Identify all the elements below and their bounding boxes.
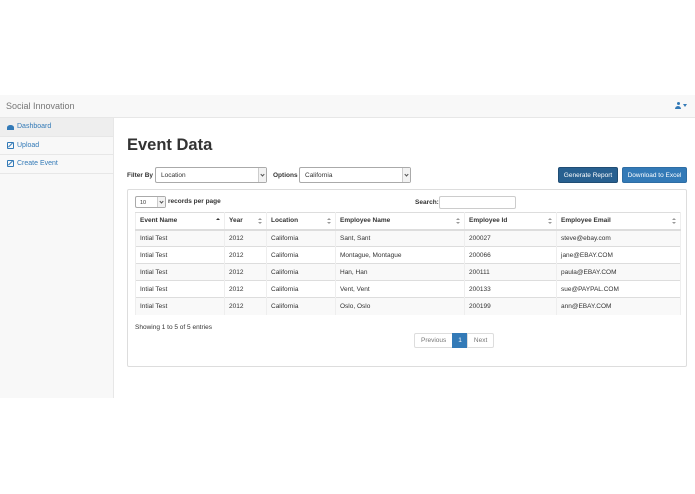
brand-title[interactable]: Social Innovation	[6, 101, 75, 111]
cell-employee-name: Oslo, Oslo	[335, 297, 465, 315]
table-header-row: Event Name Year Location Employee Name E…	[135, 212, 681, 231]
pagination: Previous 1 Next	[414, 333, 495, 348]
dashboard-icon	[7, 124, 14, 130]
sort-icon	[327, 218, 331, 225]
cell-year: 2012	[224, 297, 267, 315]
cell-event-name: Intial Test	[135, 246, 225, 264]
edit-icon	[7, 141, 14, 149]
cell-year: 2012	[224, 263, 267, 281]
column-header-employee-name[interactable]: Employee Name	[335, 212, 465, 231]
sort-asc-icon	[216, 218, 220, 225]
sort-icon	[258, 218, 262, 225]
chevron-down-icon	[258, 168, 266, 182]
cell-employee-id: 200133	[464, 280, 557, 298]
cell-location: California	[266, 297, 336, 315]
sort-icon	[548, 218, 552, 225]
next-page-button[interactable]: Next	[466, 333, 495, 348]
table-info: Showing 1 to 5 of 5 entries	[135, 324, 212, 331]
cell-employee-email: ann@EBAY.COM	[556, 297, 681, 315]
filter-by-select[interactable]: Location	[155, 167, 267, 183]
cell-employee-email: jane@EBAY.COM	[556, 246, 681, 264]
user-icon[interactable]	[675, 102, 681, 109]
sort-icon	[672, 218, 676, 225]
cell-employee-name: Sant, Sant	[335, 229, 465, 247]
filter-by-value: Location	[161, 172, 186, 179]
cell-employee-email: sue@PAYPAL.COM	[556, 280, 681, 298]
sidebar-item-create-event[interactable]: Create Event	[0, 155, 113, 174]
edit-icon	[7, 160, 14, 168]
sidebar-item-dashboard[interactable]: Dashboard	[0, 118, 113, 137]
options-select[interactable]: California	[299, 167, 411, 183]
cell-location: California	[266, 246, 336, 264]
generate-report-button[interactable]: Generate Report	[558, 167, 618, 183]
previous-page-button[interactable]: Previous	[414, 333, 454, 348]
chevron-down-icon	[157, 197, 165, 207]
options-label: Options	[273, 172, 298, 179]
cell-year: 2012	[224, 229, 267, 247]
table-row: Intial Test 2012 California Han, Han 200…	[135, 263, 681, 281]
cell-employee-id: 200199	[464, 297, 557, 315]
column-header-event-name[interactable]: Event Name	[135, 212, 225, 231]
cell-event-name: Intial Test	[135, 229, 225, 247]
page-length-label: records per page	[168, 198, 221, 205]
page-length-select[interactable]: 10	[135, 196, 166, 208]
download-excel-button[interactable]: Download to Excel	[622, 167, 687, 183]
chevron-down-icon	[402, 168, 410, 182]
cell-year: 2012	[224, 246, 267, 264]
cell-employee-name: Montague, Montague	[335, 246, 465, 264]
top-navbar: Social Innovation	[0, 95, 695, 118]
table-row: Intial Test 2012 California Sant, Sant 2…	[135, 229, 681, 247]
search-input[interactable]	[439, 196, 516, 209]
page-title: Event Data	[127, 136, 213, 154]
sidebar-item-label: Create Event	[17, 160, 58, 168]
cell-employee-id: 200111	[464, 263, 557, 281]
filter-bar: Filter By Location Options California Ge…	[127, 167, 687, 185]
column-header-year[interactable]: Year	[224, 212, 267, 231]
cell-employee-name: Vent, Vent	[335, 280, 465, 298]
user-menu[interactable]	[675, 102, 687, 109]
cell-location: California	[266, 263, 336, 281]
page-length-value: 10	[140, 200, 147, 206]
table-row: Intial Test 2012 California Vent, Vent 2…	[135, 280, 681, 298]
event-data-table: Event Name Year Location Employee Name E…	[135, 212, 681, 315]
sidebar: Dashboard Upload Create Event	[0, 118, 114, 398]
cell-event-name: Intial Test	[135, 263, 225, 281]
caret-down-icon[interactable]	[683, 104, 687, 107]
cell-employee-email: paula@EBAY.COM	[556, 263, 681, 281]
sort-icon	[456, 218, 460, 225]
cell-location: California	[266, 280, 336, 298]
cell-location: California	[266, 229, 336, 247]
cell-event-name: Intial Test	[135, 280, 225, 298]
filter-by-label: Filter By	[127, 172, 154, 179]
search-label: Search:	[415, 199, 439, 206]
cell-employee-id: 200066	[464, 246, 557, 264]
column-header-employee-id[interactable]: Employee Id	[464, 212, 557, 231]
sidebar-item-label: Dashboard	[17, 123, 52, 131]
column-header-location[interactable]: Location	[266, 212, 336, 231]
cell-employee-id: 200027	[464, 229, 557, 247]
cell-event-name: Intial Test	[135, 297, 225, 315]
cell-year: 2012	[224, 280, 267, 298]
sidebar-item-label: Upload	[17, 141, 40, 149]
table-panel: 10 records per page Search: Event Name Y…	[127, 189, 687, 367]
cell-employee-email: steve@ebay.com	[556, 229, 681, 247]
cell-employee-name: Han, Han	[335, 263, 465, 281]
column-header-employee-email[interactable]: Employee Email	[556, 212, 681, 231]
sidebar-item-upload[interactable]: Upload	[0, 137, 113, 155]
page-1-button[interactable]: 1	[452, 333, 468, 348]
table-row: Intial Test 2012 California Montague, Mo…	[135, 246, 681, 264]
options-value: California	[305, 172, 333, 179]
table-row: Intial Test 2012 California Oslo, Oslo 2…	[135, 297, 681, 315]
